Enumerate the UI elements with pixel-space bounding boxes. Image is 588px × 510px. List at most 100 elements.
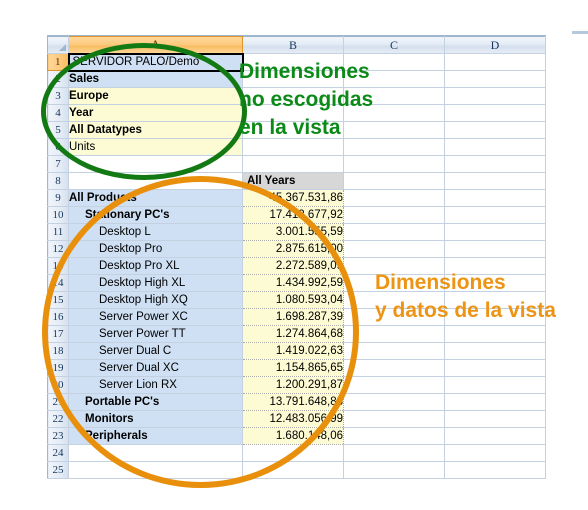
cell-d4[interactable] <box>444 104 546 122</box>
cell-c4[interactable] <box>343 104 445 122</box>
row-header-24[interactable]: 24 <box>47 444 69 462</box>
cell-a7[interactable] <box>68 155 243 173</box>
cell-c3[interactable] <box>343 87 445 105</box>
cell-d9[interactable] <box>444 189 546 207</box>
cell-b17[interactable]: 1.274.864,68 <box>242 325 344 343</box>
row-header-13[interactable]: 13 <box>47 257 69 275</box>
row-header-3[interactable]: 3 <box>47 87 69 105</box>
row-header-20[interactable]: 20 <box>47 376 69 394</box>
cell-b6[interactable] <box>242 138 344 156</box>
cell-d7[interactable] <box>444 155 546 173</box>
cell-c18[interactable] <box>343 342 445 360</box>
cell-b9[interactable]: 45.367.531,86 <box>242 189 344 207</box>
row-header-15[interactable]: 15 <box>47 291 69 309</box>
row-header-18[interactable]: 18 <box>47 342 69 360</box>
cell-c21[interactable] <box>343 393 445 411</box>
cell-d17[interactable] <box>444 325 546 343</box>
cell-a23[interactable]: Peripherals <box>68 427 243 445</box>
cell-d6[interactable] <box>444 138 546 156</box>
cell-c19[interactable] <box>343 359 445 377</box>
cell-b2[interactable] <box>242 70 344 88</box>
row-header-11[interactable]: 11 <box>47 223 69 241</box>
row-header-8[interactable]: 8 <box>47 172 69 190</box>
row-header-16[interactable]: 16 <box>47 308 69 326</box>
cell-d16[interactable] <box>444 308 546 326</box>
row-header-25[interactable]: 25 <box>47 461 69 479</box>
cell-b15[interactable]: 1.080.593,04 <box>242 291 344 309</box>
cell-b5[interactable] <box>242 121 344 139</box>
cell-d23[interactable] <box>444 427 546 445</box>
cell-a14[interactable]: Desktop High XL <box>68 274 243 292</box>
cell-d5[interactable] <box>444 121 546 139</box>
cell-d10[interactable] <box>444 206 546 224</box>
cell-a6[interactable]: Units <box>68 138 243 156</box>
cell-b24[interactable] <box>242 444 344 462</box>
cell-d15[interactable] <box>444 291 546 309</box>
cell-c20[interactable] <box>343 376 445 394</box>
row-header-14[interactable]: 14 <box>47 274 69 292</box>
fill-handle[interactable] <box>239 67 241 69</box>
cell-a20[interactable]: Server Lion RX <box>68 376 243 394</box>
cell-b13[interactable]: 2.272.589,09 <box>242 257 344 275</box>
cell-b1[interactable] <box>242 53 344 71</box>
cell-a5[interactable]: All Datatypes <box>68 121 243 139</box>
cell-c7[interactable] <box>343 155 445 173</box>
cell-c5[interactable] <box>343 121 445 139</box>
cell-c8[interactable] <box>343 172 445 190</box>
cell-b20[interactable]: 1.200.291,87 <box>242 376 344 394</box>
cell-b25[interactable] <box>242 461 344 479</box>
cell-d21[interactable] <box>444 393 546 411</box>
cell-d8[interactable] <box>444 172 546 190</box>
cell-b14[interactable]: 1.434.992,59 <box>242 274 344 292</box>
cell-a13[interactable]: Desktop Pro XL <box>68 257 243 275</box>
cell-a1[interactable]: SERVIDOR PALO/Demo <box>67 52 244 72</box>
cell-a21[interactable]: Portable PC's <box>68 393 243 411</box>
cell-c11[interactable] <box>343 223 445 241</box>
row-header-19[interactable]: 19 <box>47 359 69 377</box>
cell-c15[interactable] <box>343 291 445 309</box>
row-header-17[interactable]: 17 <box>47 325 69 343</box>
cell-b22[interactable]: 12.483.056,99 <box>242 410 344 428</box>
cell-b7[interactable] <box>242 155 344 173</box>
cell-d19[interactable] <box>444 359 546 377</box>
cell-b18[interactable]: 1.419.022,63 <box>242 342 344 360</box>
row-header-9[interactable]: 9 <box>47 189 69 207</box>
cell-a25[interactable] <box>68 461 243 479</box>
cell-d11[interactable] <box>444 223 546 241</box>
cell-c9[interactable] <box>343 189 445 207</box>
cell-a2[interactable]: Sales <box>68 70 243 88</box>
cell-b10[interactable]: 17.412.677,92 <box>242 206 344 224</box>
cell-d13[interactable] <box>444 257 546 275</box>
row-header-23[interactable]: 23 <box>47 427 69 445</box>
cell-b12[interactable]: 2.875.615,00 <box>242 240 344 258</box>
cell-c17[interactable] <box>343 325 445 343</box>
cell-a12[interactable]: Desktop Pro <box>68 240 243 258</box>
row-header-22[interactable]: 22 <box>47 410 69 428</box>
row-header-5[interactable]: 5 <box>47 121 69 139</box>
cell-c1[interactable] <box>343 53 445 71</box>
cell-a19[interactable]: Server Dual XC <box>68 359 243 377</box>
cell-a24[interactable] <box>68 444 243 462</box>
cell-a18[interactable]: Server Dual C <box>68 342 243 360</box>
cell-c14[interactable] <box>343 274 445 292</box>
cell-d20[interactable] <box>444 376 546 394</box>
cell-d18[interactable] <box>444 342 546 360</box>
cell-b4[interactable] <box>242 104 344 122</box>
cell-b19[interactable]: 1.154.865,65 <box>242 359 344 377</box>
column-header-b[interactable]: B <box>242 36 344 54</box>
cell-b8[interactable]: All Years <box>242 172 344 190</box>
cell-a9[interactable]: All Products <box>68 189 243 207</box>
cell-c12[interactable] <box>343 240 445 258</box>
cell-a3[interactable]: Europe <box>68 87 243 105</box>
cell-a15[interactable]: Desktop High XQ <box>68 291 243 309</box>
cell-c24[interactable] <box>343 444 445 462</box>
cell-c6[interactable] <box>343 138 445 156</box>
row-header-21[interactable]: 21 <box>47 393 69 411</box>
cell-d2[interactable] <box>444 70 546 88</box>
row-header-2[interactable]: 2 <box>47 70 69 88</box>
cell-d3[interactable] <box>444 87 546 105</box>
cell-a17[interactable]: Server Power TT <box>68 325 243 343</box>
cell-a11[interactable]: Desktop L <box>68 223 243 241</box>
cell-a4[interactable]: Year <box>68 104 243 122</box>
cell-c2[interactable] <box>343 70 445 88</box>
